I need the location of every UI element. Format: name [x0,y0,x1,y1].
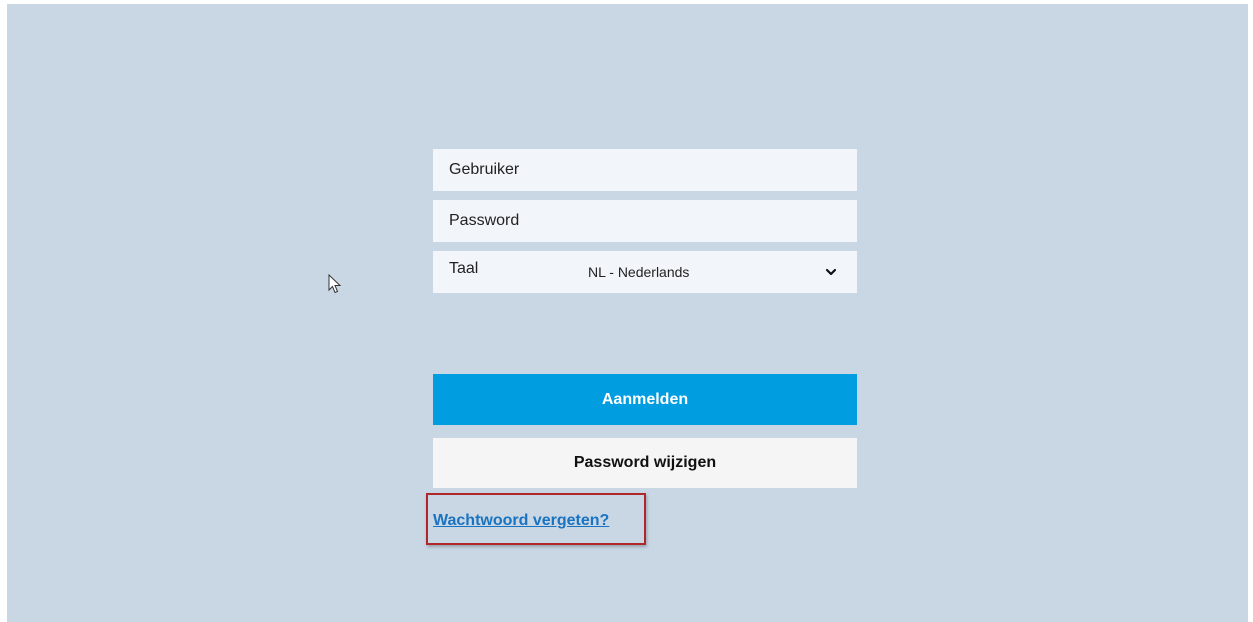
language-select[interactable]: NL - Nederlands [588,264,857,280]
login-button[interactable]: Aanmelden [433,374,857,425]
username-field[interactable] [433,149,857,191]
language-selected-value: NL - Nederlands [588,264,690,280]
login-page: Taal NL - Nederlands Aanmelden Password … [7,4,1248,622]
password-field[interactable] [433,200,857,242]
change-password-button[interactable]: Password wijzigen [433,438,857,488]
mouse-cursor-icon [328,273,342,299]
language-field: Taal NL - Nederlands [433,251,857,293]
language-label: Taal [449,260,479,277]
forgot-password-link[interactable]: Wachtwoord vergeten? [433,512,609,530]
username-input[interactable] [449,161,839,179]
chevron-down-icon [825,267,837,277]
password-input[interactable] [449,212,839,230]
